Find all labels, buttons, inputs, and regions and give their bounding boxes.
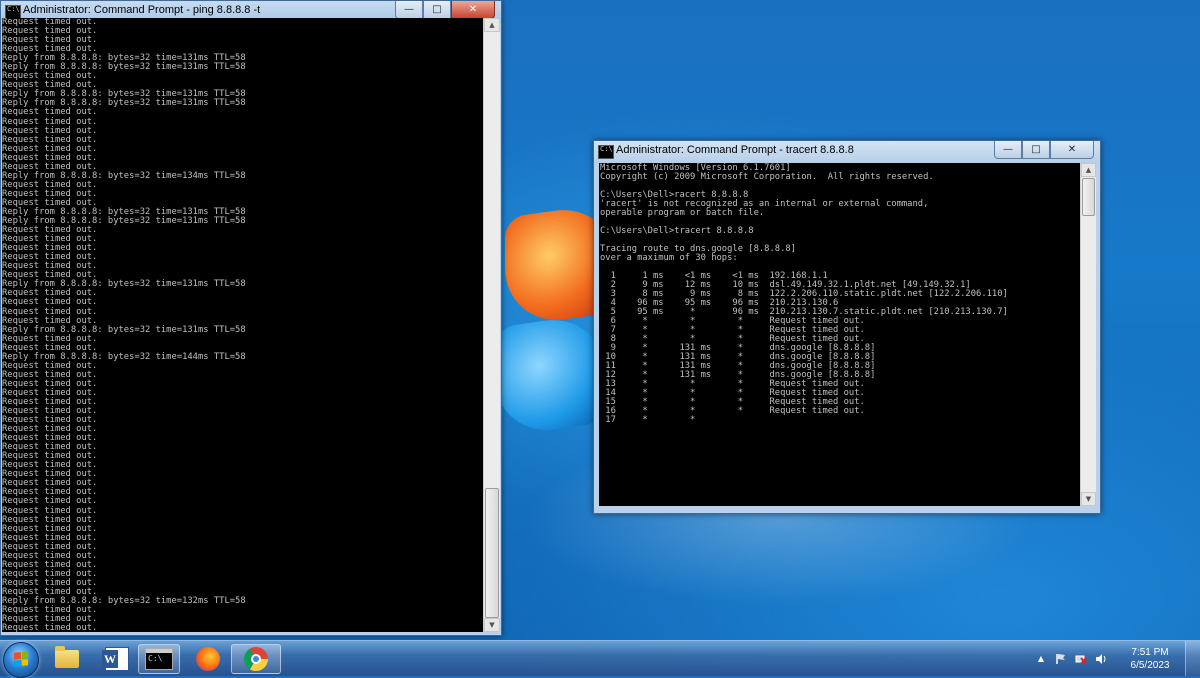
minimize-button[interactable]: — (395, 1, 423, 19)
scroll-up-arrow[interactable]: ▲ (484, 18, 500, 32)
maximize-button[interactable]: □ (423, 1, 451, 19)
tracert-console[interactable]: Microsoft Windows [Version 6.1.7601] Cop… (599, 163, 1080, 506)
clock-time: 7:51 PM (1131, 646, 1169, 658)
tracert-window[interactable]: Administrator: Command Prompt - tracert … (593, 140, 1101, 514)
system-tray: ▲ 7:51 PM 6/5/2023 (1035, 641, 1200, 676)
scroll-thumb[interactable] (1082, 178, 1095, 216)
windows-flag-icon (14, 651, 28, 667)
taskbar-explorer[interactable] (42, 644, 92, 674)
ping-scrollbar[interactable]: ▲ ▼ (483, 18, 500, 632)
maximize-button[interactable]: □ (1022, 141, 1050, 159)
scroll-down-arrow[interactable]: ▼ (484, 618, 500, 632)
ping-window-title: Administrator: Command Prompt - ping 8.8… (23, 4, 261, 16)
command-prompt-icon: C:\ (145, 648, 173, 670)
ping-output: Request timed out. Request timed out. Re… (2, 18, 246, 632)
taskbar: W C:\ ▲ 7:51 PM 6/5/2023 (0, 640, 1200, 678)
clock[interactable]: 7:51 PM 6/5/2023 (1115, 646, 1185, 672)
taskbar-command-prompt[interactable]: C:\ (138, 644, 180, 674)
show-hidden-icons-arrow[interactable]: ▲ (1035, 653, 1047, 665)
ping-window[interactable]: Administrator: Command Prompt - ping 8.8… (0, 0, 502, 636)
close-button[interactable]: ✕ (451, 1, 495, 19)
tracert-window-titlebar[interactable]: Administrator: Command Prompt - tracert … (594, 141, 1100, 163)
action-center-flag-icon[interactable] (1055, 653, 1067, 665)
chrome-icon (244, 647, 268, 671)
scroll-thumb[interactable] (485, 488, 499, 618)
cmd-icon (5, 5, 21, 19)
volume-icon[interactable] (1095, 653, 1107, 665)
firefox-icon (196, 647, 220, 671)
tracert-output: Microsoft Windows [Version 6.1.7601] Cop… (600, 163, 1008, 425)
show-desktop-button[interactable] (1185, 641, 1200, 676)
cmd-icon (598, 145, 614, 159)
close-button[interactable]: ✕ (1050, 141, 1094, 159)
tracert-scrollbar[interactable]: ▲ ▼ (1080, 163, 1096, 506)
clock-date: 6/5/2023 (1130, 659, 1170, 671)
network-icon[interactable] (1075, 653, 1087, 665)
taskbar-chrome[interactable] (231, 644, 281, 674)
start-button[interactable] (3, 642, 39, 678)
ping-console[interactable]: Request timed out. Request timed out. Re… (2, 18, 483, 632)
scroll-up-arrow[interactable]: ▲ (1081, 163, 1096, 177)
word-icon: W (102, 647, 129, 671)
folder-icon (55, 646, 79, 668)
minimize-button[interactable]: — (994, 141, 1022, 159)
taskbar-word[interactable]: W (92, 644, 142, 674)
scroll-down-arrow[interactable]: ▼ (1081, 492, 1096, 506)
tracert-window-title: Administrator: Command Prompt - tracert … (616, 144, 854, 156)
taskbar-firefox[interactable] (183, 644, 233, 674)
